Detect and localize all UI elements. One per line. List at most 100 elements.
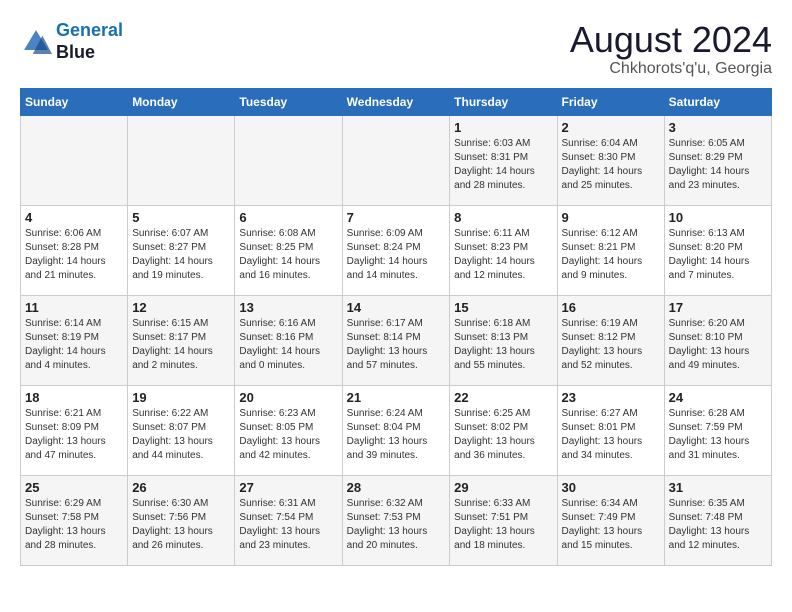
calendar-day: 2 Sunrise: 6:04 AM Sunset: 8:30 PM Daylig… <box>557 115 664 205</box>
calendar-day: 27 Sunrise: 6:31 AM Sunset: 7:54 PM Dayli… <box>235 475 342 565</box>
day-number: 13 <box>239 300 337 315</box>
day-info: Sunrise: 6:09 AM Sunset: 8:24 PM Dayligh… <box>347 227 446 283</box>
col-wednesday: Wednesday <box>342 88 450 115</box>
day-number: 29 <box>454 480 552 495</box>
day-info: Sunrise: 6:05 AM Sunset: 8:29 PM Dayligh… <box>669 137 767 193</box>
day-number: 23 <box>562 390 660 405</box>
calendar-day: 31 Sunrise: 6:35 AM Sunset: 7:48 PM Dayli… <box>664 475 771 565</box>
calendar-day <box>235 115 342 205</box>
page-header: General Blue August 2024 Chkhorots'q'u, … <box>20 20 772 78</box>
day-info: Sunrise: 6:33 AM Sunset: 7:51 PM Dayligh… <box>454 497 552 553</box>
day-info: Sunrise: 6:14 AM Sunset: 8:19 PM Dayligh… <box>25 317 123 373</box>
calendar-day: 28Sunrise: 6:32 AM Sunset: 7:53 PM Dayli… <box>342 475 450 565</box>
calendar-day: 4 Sunrise: 6:06 AM Sunset: 8:28 PM Daylig… <box>21 205 128 295</box>
calendar-day: 7 Sunrise: 6:09 AM Sunset: 8:24 PM Daylig… <box>342 205 450 295</box>
day-info: Sunrise: 6:07 AM Sunset: 8:27 PM Dayligh… <box>132 227 230 283</box>
header-row: Sunday Monday Tuesday Wednesday Thursday… <box>21 88 772 115</box>
logo-icon <box>20 26 52 58</box>
calendar-week-3: 11Sunrise: 6:14 AM Sunset: 8:19 PM Dayli… <box>21 295 772 385</box>
calendar-day: 23 Sunrise: 6:27 AM Sunset: 8:01 PM Dayli… <box>557 385 664 475</box>
day-info: Sunrise: 6:22 AM Sunset: 8:07 PM Dayligh… <box>132 407 230 463</box>
day-number: 24 <box>669 390 767 405</box>
day-info: Sunrise: 6:19 AM Sunset: 8:12 PM Dayligh… <box>562 317 660 373</box>
day-info: Sunrise: 6:34 AM Sunset: 7:49 PM Dayligh… <box>562 497 660 553</box>
day-number: 18 <box>25 390 123 405</box>
calendar-day: 10 Sunrise: 6:13 AM Sunset: 8:20 PM Dayli… <box>664 205 771 295</box>
day-info: Sunrise: 6:32 AM Sunset: 7:53 PM Dayligh… <box>347 497 446 553</box>
calendar-day: 11Sunrise: 6:14 AM Sunset: 8:19 PM Dayli… <box>21 295 128 385</box>
calendar-day: 22 Sunrise: 6:25 AM Sunset: 8:02 PM Dayli… <box>450 385 557 475</box>
calendar-header: Sunday Monday Tuesday Wednesday Thursday… <box>21 88 772 115</box>
day-info: Sunrise: 6:24 AM Sunset: 8:04 PM Dayligh… <box>347 407 446 463</box>
calendar-day: 29 Sunrise: 6:33 AM Sunset: 7:51 PM Dayli… <box>450 475 557 565</box>
location-subtitle: Chkhorots'q'u, Georgia <box>570 60 772 78</box>
calendar-day: 21 Sunrise: 6:24 AM Sunset: 8:04 PM Dayli… <box>342 385 450 475</box>
day-number: 20 <box>239 390 337 405</box>
col-tuesday: Tuesday <box>235 88 342 115</box>
calendar-day: 6Sunrise: 6:08 AM Sunset: 8:25 PM Daylig… <box>235 205 342 295</box>
day-number: 31 <box>669 480 767 495</box>
day-info: Sunrise: 6:31 AM Sunset: 7:54 PM Dayligh… <box>239 497 337 553</box>
calendar-day: 25Sunrise: 6:29 AM Sunset: 7:58 PM Dayli… <box>21 475 128 565</box>
day-number: 8 <box>454 210 552 225</box>
calendar-day: 9 Sunrise: 6:12 AM Sunset: 8:21 PM Daylig… <box>557 205 664 295</box>
calendar-day: 30Sunrise: 6:34 AM Sunset: 7:49 PM Dayli… <box>557 475 664 565</box>
logo-text: General Blue <box>56 20 123 63</box>
day-number: 27 <box>239 480 337 495</box>
day-number: 17 <box>669 300 767 315</box>
calendar-day: 20Sunrise: 6:23 AM Sunset: 8:05 PM Dayli… <box>235 385 342 475</box>
day-info: Sunrise: 6:28 AM Sunset: 7:59 PM Dayligh… <box>669 407 767 463</box>
day-number: 1 <box>454 120 552 135</box>
col-thursday: Thursday <box>450 88 557 115</box>
day-info: Sunrise: 6:06 AM Sunset: 8:28 PM Dayligh… <box>25 227 123 283</box>
calendar-day: 18 Sunrise: 6:21 AM Sunset: 8:09 PM Dayli… <box>21 385 128 475</box>
day-number: 5 <box>132 210 230 225</box>
day-info: Sunrise: 6:11 AM Sunset: 8:23 PM Dayligh… <box>454 227 552 283</box>
day-info: Sunrise: 6:15 AM Sunset: 8:17 PM Dayligh… <box>132 317 230 373</box>
day-info: Sunrise: 6:21 AM Sunset: 8:09 PM Dayligh… <box>25 407 123 463</box>
day-info: Sunrise: 6:17 AM Sunset: 8:14 PM Dayligh… <box>347 317 446 373</box>
day-info: Sunrise: 6:20 AM Sunset: 8:10 PM Dayligh… <box>669 317 767 373</box>
calendar-day: 8 Sunrise: 6:11 AM Sunset: 8:23 PM Daylig… <box>450 205 557 295</box>
day-info: Sunrise: 6:16 AM Sunset: 8:16 PM Dayligh… <box>239 317 337 373</box>
day-number: 9 <box>562 210 660 225</box>
day-number: 22 <box>454 390 552 405</box>
col-monday: Monday <box>128 88 235 115</box>
day-number: 4 <box>25 210 123 225</box>
day-info: Sunrise: 6:27 AM Sunset: 8:01 PM Dayligh… <box>562 407 660 463</box>
day-info: Sunrise: 6:13 AM Sunset: 8:20 PM Dayligh… <box>669 227 767 283</box>
day-number: 21 <box>347 390 446 405</box>
calendar-day <box>21 115 128 205</box>
day-info: Sunrise: 6:04 AM Sunset: 8:30 PM Dayligh… <box>562 137 660 193</box>
calendar-day: 26 Sunrise: 6:30 AM Sunset: 7:56 PM Dayli… <box>128 475 235 565</box>
day-number: 12 <box>132 300 230 315</box>
day-info: Sunrise: 6:30 AM Sunset: 7:56 PM Dayligh… <box>132 497 230 553</box>
day-number: 7 <box>347 210 446 225</box>
col-friday: Friday <box>557 88 664 115</box>
day-number: 10 <box>669 210 767 225</box>
calendar-day: 15Sunrise: 6:18 AM Sunset: 8:13 PM Dayli… <box>450 295 557 385</box>
day-number: 2 <box>562 120 660 135</box>
day-number: 26 <box>132 480 230 495</box>
day-info: Sunrise: 6:08 AM Sunset: 8:25 PM Dayligh… <box>239 227 337 283</box>
title-block: August 2024 Chkhorots'q'u, Georgia <box>570 20 772 78</box>
col-saturday: Saturday <box>664 88 771 115</box>
day-info: Sunrise: 6:35 AM Sunset: 7:48 PM Dayligh… <box>669 497 767 553</box>
day-info: Sunrise: 6:12 AM Sunset: 8:21 PM Dayligh… <box>562 227 660 283</box>
calendar-table: Sunday Monday Tuesday Wednesday Thursday… <box>20 88 772 566</box>
calendar-day <box>342 115 450 205</box>
day-number: 14 <box>347 300 446 315</box>
day-number: 25 <box>25 480 123 495</box>
calendar-day: 14 Sunrise: 6:17 AM Sunset: 8:14 PM Dayli… <box>342 295 450 385</box>
calendar-week-2: 4 Sunrise: 6:06 AM Sunset: 8:28 PM Daylig… <box>21 205 772 295</box>
calendar-day: 17 Sunrise: 6:20 AM Sunset: 8:10 PM Dayli… <box>664 295 771 385</box>
logo: General Blue <box>20 20 123 63</box>
calendar-week-4: 18 Sunrise: 6:21 AM Sunset: 8:09 PM Dayli… <box>21 385 772 475</box>
calendar-day <box>128 115 235 205</box>
calendar-day: 24 Sunrise: 6:28 AM Sunset: 7:59 PM Dayli… <box>664 385 771 475</box>
calendar-day: 16Sunrise: 6:19 AM Sunset: 8:12 PM Dayli… <box>557 295 664 385</box>
month-year-title: August 2024 <box>570 20 772 60</box>
calendar-day: 5 Sunrise: 6:07 AM Sunset: 8:27 PM Daylig… <box>128 205 235 295</box>
day-info: Sunrise: 6:25 AM Sunset: 8:02 PM Dayligh… <box>454 407 552 463</box>
calendar-day: 19Sunrise: 6:22 AM Sunset: 8:07 PM Dayli… <box>128 385 235 475</box>
